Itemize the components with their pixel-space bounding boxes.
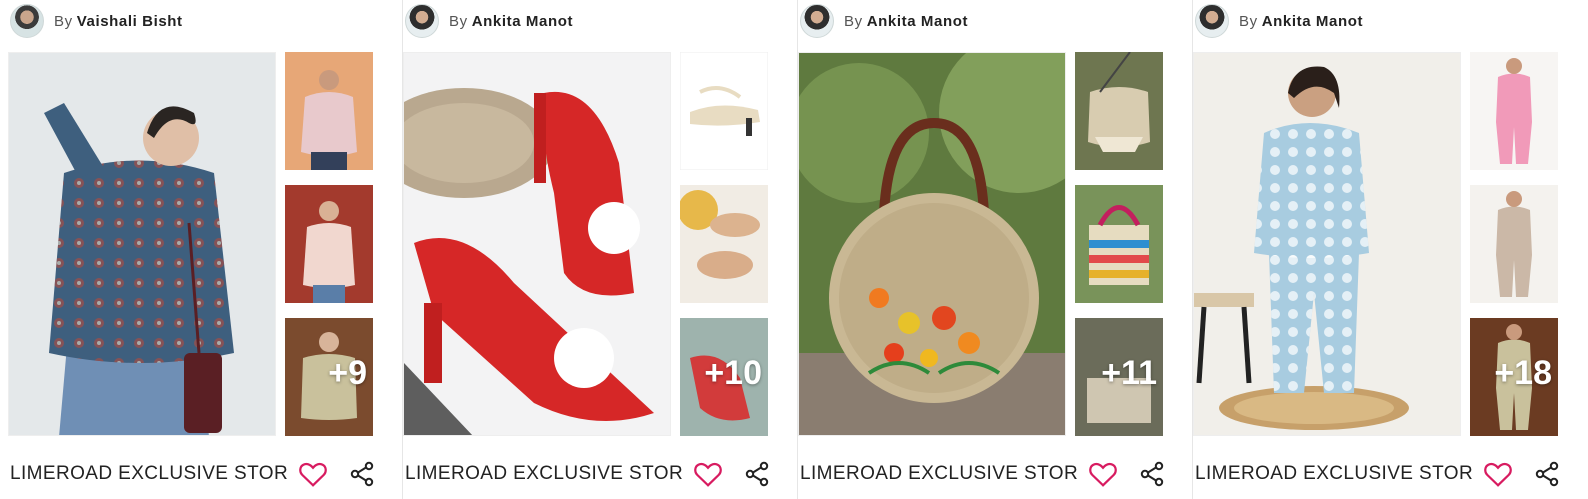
author-byline: By Ankita Manot bbox=[1239, 13, 1363, 30]
thumb-image-3[interactable]: +9 bbox=[285, 318, 373, 436]
more-count-label: +10 bbox=[704, 354, 762, 392]
card-footer: LIMEROAD EXCLUSIVE STOR bbox=[8, 455, 393, 495]
author-byline: By Ankita Manot bbox=[844, 13, 968, 30]
more-count-label: +18 bbox=[1494, 354, 1552, 392]
thumb-image-1[interactable] bbox=[1075, 52, 1163, 170]
author-avatar[interactable] bbox=[10, 4, 44, 38]
author-name[interactable]: Vaishali Bisht bbox=[77, 13, 183, 30]
thumb-photo bbox=[1075, 185, 1163, 303]
by-prefix: By bbox=[844, 12, 863, 30]
author-row[interactable]: By Ankita Manot bbox=[800, 4, 968, 38]
jute-bag-photo bbox=[799, 53, 1065, 435]
thumb-photo bbox=[285, 185, 373, 303]
coord-set-photo bbox=[1194, 53, 1460, 435]
thumb-photo bbox=[680, 185, 768, 303]
red-heels-photo bbox=[404, 53, 670, 435]
store-name[interactable]: LIMEROAD EXCLUSIVE STOR bbox=[1195, 463, 1485, 485]
author-name[interactable]: Ankita Manot bbox=[1262, 13, 1363, 30]
store-name[interactable]: LIMEROAD EXCLUSIVE STOR bbox=[800, 463, 1090, 485]
by-prefix: By bbox=[449, 12, 468, 30]
heart-outline-icon[interactable] bbox=[693, 460, 723, 488]
author-name[interactable]: Ankita Manot bbox=[472, 13, 573, 30]
by-prefix: By bbox=[1239, 12, 1258, 30]
author-avatar[interactable] bbox=[800, 4, 834, 38]
collection-card[interactable]: By Ankita Manot bbox=[798, 0, 1193, 499]
model-top-photo bbox=[9, 53, 275, 435]
share-icon[interactable] bbox=[745, 461, 769, 487]
thumb-image-1[interactable] bbox=[285, 52, 373, 170]
thumb-image-2[interactable] bbox=[1470, 185, 1558, 303]
heart-outline-icon[interactable] bbox=[1088, 460, 1118, 488]
thumb-image-3[interactable]: +18 bbox=[1470, 318, 1558, 436]
thumb-photo bbox=[1470, 52, 1558, 170]
share-icon[interactable] bbox=[1140, 461, 1164, 487]
thumb-photo bbox=[1075, 52, 1163, 170]
thumb-image-2[interactable] bbox=[285, 185, 373, 303]
share-icon[interactable] bbox=[350, 461, 374, 487]
thumb-image-1[interactable] bbox=[1470, 52, 1558, 170]
thumb-image-3[interactable]: +11 bbox=[1075, 318, 1163, 436]
collection-card[interactable]: By Ankita Manot bbox=[1193, 0, 1588, 499]
thumb-image-3[interactable]: +10 bbox=[680, 318, 768, 436]
card-footer: LIMEROAD EXCLUSIVE STOR bbox=[798, 455, 1183, 495]
author-avatar[interactable] bbox=[1195, 4, 1229, 38]
collection-card[interactable]: By Vaishali Bisht +9 LIMEROAD EXCLUSIVE … bbox=[8, 0, 403, 499]
thumb-image-2[interactable] bbox=[1075, 185, 1163, 303]
heart-outline-icon[interactable] bbox=[1483, 460, 1513, 488]
thumb-photo bbox=[1470, 185, 1558, 303]
main-product-image[interactable] bbox=[403, 52, 671, 436]
share-icon[interactable] bbox=[1535, 461, 1559, 487]
card-footer: LIMEROAD EXCLUSIVE STOR bbox=[403, 455, 788, 495]
author-name[interactable]: Ankita Manot bbox=[867, 13, 968, 30]
main-product-image[interactable] bbox=[8, 52, 276, 436]
thumb-photo bbox=[285, 52, 373, 170]
main-product-image[interactable] bbox=[1193, 52, 1461, 436]
store-name[interactable]: LIMEROAD EXCLUSIVE STOR bbox=[405, 463, 695, 485]
author-row[interactable]: By Ankita Manot bbox=[1195, 4, 1363, 38]
author-byline: By Vaishali Bisht bbox=[54, 13, 183, 30]
main-product-image[interactable] bbox=[798, 52, 1066, 436]
author-avatar[interactable] bbox=[405, 4, 439, 38]
thumb-image-1[interactable] bbox=[680, 52, 768, 170]
author-row[interactable]: By Ankita Manot bbox=[405, 4, 573, 38]
more-count-label: +9 bbox=[328, 354, 367, 392]
card-footer: LIMEROAD EXCLUSIVE STOR bbox=[1193, 455, 1578, 495]
thumb-image-2[interactable] bbox=[680, 185, 768, 303]
thumb-photo bbox=[680, 52, 768, 170]
author-row[interactable]: By Vaishali Bisht bbox=[10, 4, 183, 38]
heart-outline-icon[interactable] bbox=[298, 460, 328, 488]
store-name[interactable]: LIMEROAD EXCLUSIVE STOR bbox=[10, 463, 300, 485]
author-byline: By Ankita Manot bbox=[449, 13, 573, 30]
collection-card[interactable]: By Ankita Manot bbox=[403, 0, 798, 499]
by-prefix: By bbox=[54, 12, 73, 30]
more-count-label: +11 bbox=[1101, 354, 1157, 392]
